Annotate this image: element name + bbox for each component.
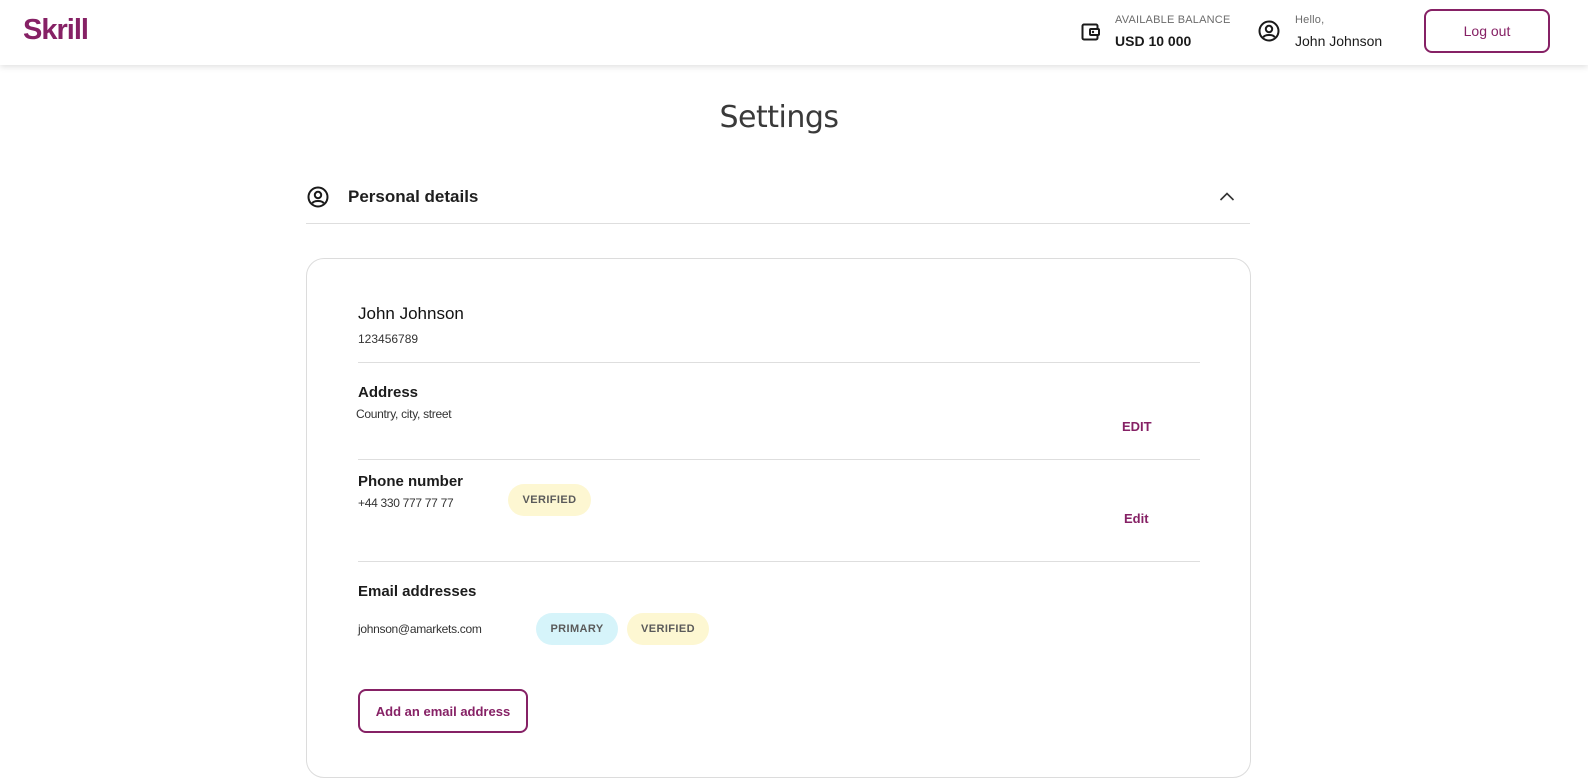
account-number: 123456789 [358,332,419,346]
skrill-logo[interactable]: Skrill [23,14,89,47]
phone-value: +44 330 777 77 77 [358,496,454,510]
divider [358,459,1200,460]
balance-value: USD 10 000 [1115,33,1192,49]
phone-title: Phone number [358,473,464,490]
wallet-icon [1081,23,1100,41]
address-title: Address [358,384,419,401]
page-title: Settings [719,100,839,135]
user-name: John Johnson [1295,33,1383,49]
email-row: Email addresses johnson@amarkets.com [358,583,1200,636]
logout-button[interactable]: Log out [1424,9,1550,53]
chevron-up-icon[interactable] [1218,188,1236,206]
add-email-button[interactable]: Add an email address [358,689,528,733]
email-primary-badge: PRIMARY [536,613,618,645]
phone-edit-button[interactable]: Edit [1124,511,1149,526]
email-value: johnson@amarkets.com [358,622,482,636]
balance-label: AVAILABLE BALANCE [1115,14,1231,26]
address-value: Country, city, street [356,407,452,421]
address-edit-button[interactable]: EDIT [1122,419,1152,434]
personal-details-header[interactable]: Personal details [306,170,1250,224]
phone-row: Phone number +44 330 777 77 77 [358,473,1200,510]
divider [358,561,1200,562]
address-row: Address Country, city, street [356,384,1200,421]
user-circle-icon [307,186,329,207]
email-verified-badge: VERIFIED [627,613,709,645]
phone-verified-badge: VERIFIED [508,484,591,516]
user-circle-icon [1258,20,1280,42]
personal-details-card: John Johnson 123456789 Address Country, … [306,258,1251,778]
email-title: Email addresses [358,583,477,600]
greeting-label: Hello, [1295,14,1325,26]
profile-name: John Johnson [358,304,464,323]
profile-row: John Johnson 123456789 [358,304,1200,346]
top-bar: Skrill AVAILABLE BALANCE USD 10 000 Hell… [0,0,1588,65]
divider [358,362,1200,363]
section-title: Personal details [348,186,479,206]
user-greeting: Hello, John Johnson [1258,11,1382,53]
available-balance: AVAILABLE BALANCE USD 10 000 [1081,11,1231,53]
